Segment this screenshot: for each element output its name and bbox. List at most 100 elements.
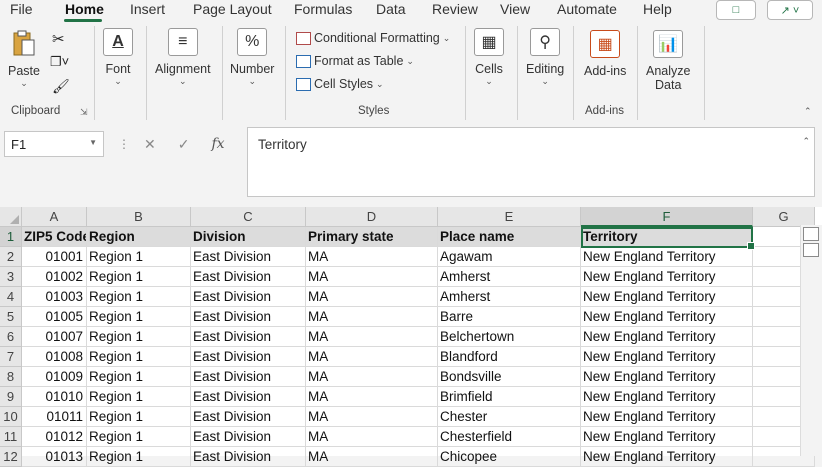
cell-e10[interactable]: Chester bbox=[438, 407, 581, 427]
cell-f10[interactable]: New England Territory bbox=[581, 407, 753, 427]
copy-icon[interactable]: ❐˅ bbox=[50, 54, 69, 70]
row-header-7[interactable]: 7 bbox=[0, 347, 22, 367]
cell-e7[interactable]: Blandford bbox=[438, 347, 581, 367]
cut-icon[interactable]: ✂ bbox=[52, 30, 65, 48]
cell-b6[interactable]: Region 1 bbox=[87, 327, 191, 347]
scrollbar-thumb[interactable] bbox=[803, 243, 819, 257]
cell-a2[interactable]: 01001 bbox=[22, 247, 87, 267]
cell-b8[interactable]: Region 1 bbox=[87, 367, 191, 387]
cell-b11[interactable]: Region 1 bbox=[87, 427, 191, 447]
cell-a10[interactable]: 01011 bbox=[22, 407, 87, 427]
row-header-9[interactable]: 9 bbox=[0, 387, 22, 407]
cell-b3[interactable]: Region 1 bbox=[87, 267, 191, 287]
add-ins-button[interactable]: ▦ Add-ins bbox=[584, 30, 626, 78]
column-header-f[interactable]: F bbox=[581, 207, 753, 227]
cell-d2[interactable]: MA bbox=[306, 247, 438, 267]
cell-e1[interactable]: Place name bbox=[438, 227, 581, 247]
cell-a7[interactable]: 01008 bbox=[22, 347, 87, 367]
row-header-4[interactable]: 4 bbox=[0, 287, 22, 307]
conditional-formatting-button[interactable]: Conditional Formatting ⌄ bbox=[296, 31, 450, 45]
cell-e11[interactable]: Chesterfield bbox=[438, 427, 581, 447]
row-header-1[interactable]: 1 bbox=[0, 227, 22, 247]
paste-button[interactable]: Paste ⌄ bbox=[8, 30, 40, 89]
share-button[interactable]: ↗ ˅ bbox=[767, 0, 813, 20]
cell-a3[interactable]: 01002 bbox=[22, 267, 87, 287]
format-as-table-button[interactable]: Format as Table ⌄ bbox=[296, 54, 414, 68]
tab-home[interactable]: Home bbox=[65, 1, 104, 17]
cell-c12[interactable]: East Division bbox=[191, 447, 306, 467]
formula-input[interactable]: Territory ⌃ bbox=[247, 127, 815, 197]
cell-c5[interactable]: East Division bbox=[191, 307, 306, 327]
cell-f9[interactable]: New England Territory bbox=[581, 387, 753, 407]
cell-styles-button[interactable]: Cell Styles ⌄ bbox=[296, 77, 384, 91]
collapse-ribbon-icon[interactable]: ⌃ bbox=[804, 106, 812, 117]
cell-d11[interactable]: MA bbox=[306, 427, 438, 447]
cell-d1[interactable]: Primary state bbox=[306, 227, 438, 247]
cell-e4[interactable]: Amherst bbox=[438, 287, 581, 307]
cell-c7[interactable]: East Division bbox=[191, 347, 306, 367]
cell-b12[interactable]: Region 1 bbox=[87, 447, 191, 467]
cells-button[interactable]: ▦ Cells ⌄ bbox=[474, 28, 504, 87]
cell-f11[interactable]: New England Territory bbox=[581, 427, 753, 447]
row-header-11[interactable]: 11 bbox=[0, 427, 22, 447]
cell-e3[interactable]: Amherst bbox=[438, 267, 581, 287]
cell-d5[interactable]: MA bbox=[306, 307, 438, 327]
cell-f12[interactable]: New England Territory bbox=[581, 447, 753, 467]
column-header-b[interactable]: B bbox=[87, 207, 191, 227]
tab-file[interactable]: File bbox=[10, 1, 33, 17]
analyze-data-button[interactable]: 📊 Analyze Data bbox=[646, 30, 690, 92]
cell-e2[interactable]: Agawam bbox=[438, 247, 581, 267]
cell-b1[interactable]: Region bbox=[87, 227, 191, 247]
tab-page-layout[interactable]: Page Layout bbox=[193, 1, 272, 17]
row-header-6[interactable]: 6 bbox=[0, 327, 22, 347]
cell-c10[interactable]: East Division bbox=[191, 407, 306, 427]
cell-c11[interactable]: East Division bbox=[191, 427, 306, 447]
cell-d3[interactable]: MA bbox=[306, 267, 438, 287]
cell-a11[interactable]: 01012 bbox=[22, 427, 87, 447]
tab-review[interactable]: Review bbox=[432, 1, 478, 17]
cell-a1[interactable]: ZIP5 Code bbox=[22, 227, 87, 247]
tab-insert[interactable]: Insert bbox=[130, 1, 165, 17]
cell-b7[interactable]: Region 1 bbox=[87, 347, 191, 367]
collapse-formula-icon[interactable]: ⌃ bbox=[802, 136, 810, 147]
cell-c9[interactable]: East Division bbox=[191, 387, 306, 407]
tab-data[interactable]: Data bbox=[376, 1, 406, 17]
cell-b5[interactable]: Region 1 bbox=[87, 307, 191, 327]
dialog-launcher-icon[interactable]: ⇲ bbox=[80, 107, 88, 118]
row-header-8[interactable]: 8 bbox=[0, 367, 22, 387]
cell-e8[interactable]: Bondsville bbox=[438, 367, 581, 387]
cancel-icon[interactable]: ✕ bbox=[144, 136, 156, 153]
cell-f3[interactable]: New England Territory bbox=[581, 267, 753, 287]
editing-button[interactable]: ⚲ Editing ⌄ bbox=[526, 28, 564, 87]
row-header-2[interactable]: 2 bbox=[0, 247, 22, 267]
cell-f5[interactable]: New England Territory bbox=[581, 307, 753, 327]
name-box[interactable]: F1 ▼ bbox=[4, 131, 104, 157]
column-header-a[interactable]: A bbox=[22, 207, 87, 227]
cell-a12[interactable]: 01013 bbox=[22, 447, 87, 467]
cell-b2[interactable]: Region 1 bbox=[87, 247, 191, 267]
row-header-10[interactable]: 10 bbox=[0, 407, 22, 427]
select-all-button[interactable] bbox=[0, 207, 22, 227]
tab-formulas[interactable]: Formulas bbox=[294, 1, 352, 17]
cell-a8[interactable]: 01009 bbox=[22, 367, 87, 387]
cell-d12[interactable]: MA bbox=[306, 447, 438, 467]
cell-b4[interactable]: Region 1 bbox=[87, 287, 191, 307]
column-header-e[interactable]: E bbox=[438, 207, 581, 227]
row-header-5[interactable]: 5 bbox=[0, 307, 22, 327]
cell-e5[interactable]: Barre bbox=[438, 307, 581, 327]
cell-c3[interactable]: East Division bbox=[191, 267, 306, 287]
cell-a5[interactable]: 01005 bbox=[22, 307, 87, 327]
cell-f4[interactable]: New England Territory bbox=[581, 287, 753, 307]
insert-function-icon[interactable]: fx bbox=[211, 136, 224, 152]
cell-c8[interactable]: East Division bbox=[191, 367, 306, 387]
column-header-d[interactable]: D bbox=[306, 207, 438, 227]
cell-f2[interactable]: New England Territory bbox=[581, 247, 753, 267]
cell-d9[interactable]: MA bbox=[306, 387, 438, 407]
cell-d10[interactable]: MA bbox=[306, 407, 438, 427]
vertical-scrollbar[interactable] bbox=[800, 225, 822, 456]
scroll-up-button[interactable] bbox=[803, 227, 819, 241]
cell-b9[interactable]: Region 1 bbox=[87, 387, 191, 407]
row-header-3[interactable]: 3 bbox=[0, 267, 22, 287]
comments-button[interactable]: □ bbox=[716, 0, 756, 20]
number-button[interactable]: % Number ⌄ bbox=[230, 28, 274, 87]
